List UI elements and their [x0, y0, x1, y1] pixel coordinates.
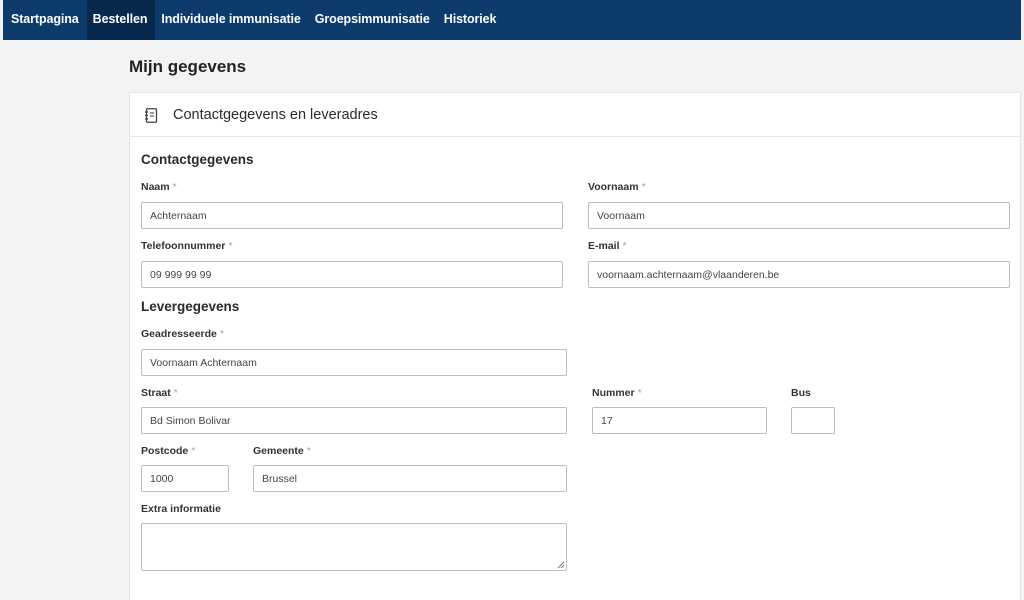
extra-informatie-textarea[interactable]	[141, 523, 567, 571]
geadresseerde-input[interactable]	[141, 349, 567, 376]
nav-groepsimmunisatie[interactable]: Groepsimmunisatie	[309, 0, 438, 40]
nummer-input[interactable]	[592, 407, 767, 434]
telefoon-label: Telefoonnummer *	[141, 240, 233, 252]
gemeente-label: Gemeente *	[253, 445, 311, 457]
bus-input[interactable]	[791, 407, 835, 434]
panel-title: Contactgegevens en leveradres	[173, 107, 378, 123]
nav-bestellen[interactable]: Bestellen	[86, 0, 156, 40]
top-navigation: Startpagina Bestellen Individuele immuni…	[3, 0, 1021, 40]
section-title-levering: Levergegevens	[141, 299, 240, 314]
section-title-contact: Contactgegevens	[141, 152, 254, 167]
required-marker: *	[306, 445, 311, 457]
postcode-input[interactable]	[141, 465, 229, 492]
required-marker: *	[172, 181, 177, 193]
gemeente-input[interactable]	[253, 465, 567, 492]
required-marker: *	[191, 445, 196, 457]
nav-startpagina[interactable]: Startpagina	[5, 0, 87, 40]
panel-header: Contactgegevens en leveradres	[130, 93, 1020, 137]
bus-label: Bus	[791, 387, 811, 399]
resize-grip-icon[interactable]	[557, 561, 565, 569]
email-label: E-mail *	[588, 240, 627, 252]
page-title: Mijn gegevens	[129, 57, 247, 76]
voornaam-label: Voornaam *	[588, 181, 646, 193]
required-marker: *	[173, 387, 178, 399]
document-icon	[145, 108, 158, 123]
naam-label: Naam *	[141, 181, 177, 193]
required-marker: *	[622, 240, 627, 252]
nummer-label: Nummer *	[592, 387, 642, 399]
straat-label: Straat *	[141, 387, 178, 399]
required-marker: *	[219, 328, 224, 340]
contact-delivery-panel: Contactgegevens en leveradres Contactgeg…	[129, 92, 1021, 600]
email-input[interactable]	[588, 261, 1010, 288]
required-marker: *	[637, 387, 642, 399]
naam-input[interactable]	[141, 202, 563, 229]
postcode-label: Postcode *	[141, 445, 196, 457]
geadresseerde-label: Geadresseerde *	[141, 328, 224, 340]
nav-individuele-immunisatie[interactable]: Individuele immunisatie	[155, 0, 308, 40]
straat-input[interactable]	[141, 407, 567, 434]
required-marker: *	[641, 181, 646, 193]
telefoon-input[interactable]	[141, 261, 563, 288]
extra-informatie-label: Extra informatie	[141, 503, 221, 515]
nav-historiek[interactable]: Historiek	[438, 0, 505, 40]
required-marker: *	[228, 240, 233, 252]
voornaam-input[interactable]	[588, 202, 1010, 229]
